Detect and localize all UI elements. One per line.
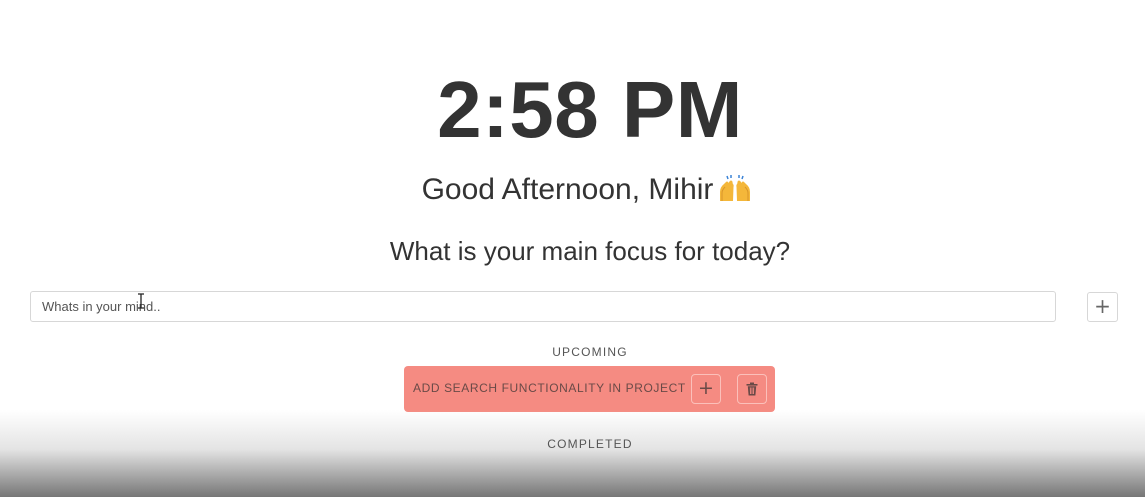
greeting: Good Afternoon, Mihir	[0, 170, 1145, 210]
task-text: ADD SEARCH FUNCTIONALITY IN PROJECT	[413, 381, 686, 395]
task-card: ADD SEARCH FUNCTIONALITY IN PROJECT +	[404, 366, 775, 412]
greeting-text: Good Afternoon, Mihir	[421, 173, 714, 206]
clock-time: 2:58 PM	[437, 65, 743, 154]
plus-icon: +	[1094, 294, 1111, 318]
raising-hands-icon	[717, 174, 753, 202]
focus-question: What is your main focus for today?	[389, 236, 791, 266]
delete-task-button[interactable]	[737, 374, 767, 404]
bottom-shade	[0, 410, 1145, 497]
trash-icon	[746, 382, 758, 396]
text-cursor-icon	[138, 293, 144, 309]
upcoming-heading: UPCOMING	[552, 345, 628, 359]
completed-heading: COMPLETED	[547, 437, 633, 451]
plus-icon: +	[698, 377, 714, 399]
task-input[interactable]	[30, 291, 1056, 322]
add-task-button[interactable]: +	[1087, 292, 1118, 322]
complete-task-button[interactable]: +	[691, 374, 721, 404]
